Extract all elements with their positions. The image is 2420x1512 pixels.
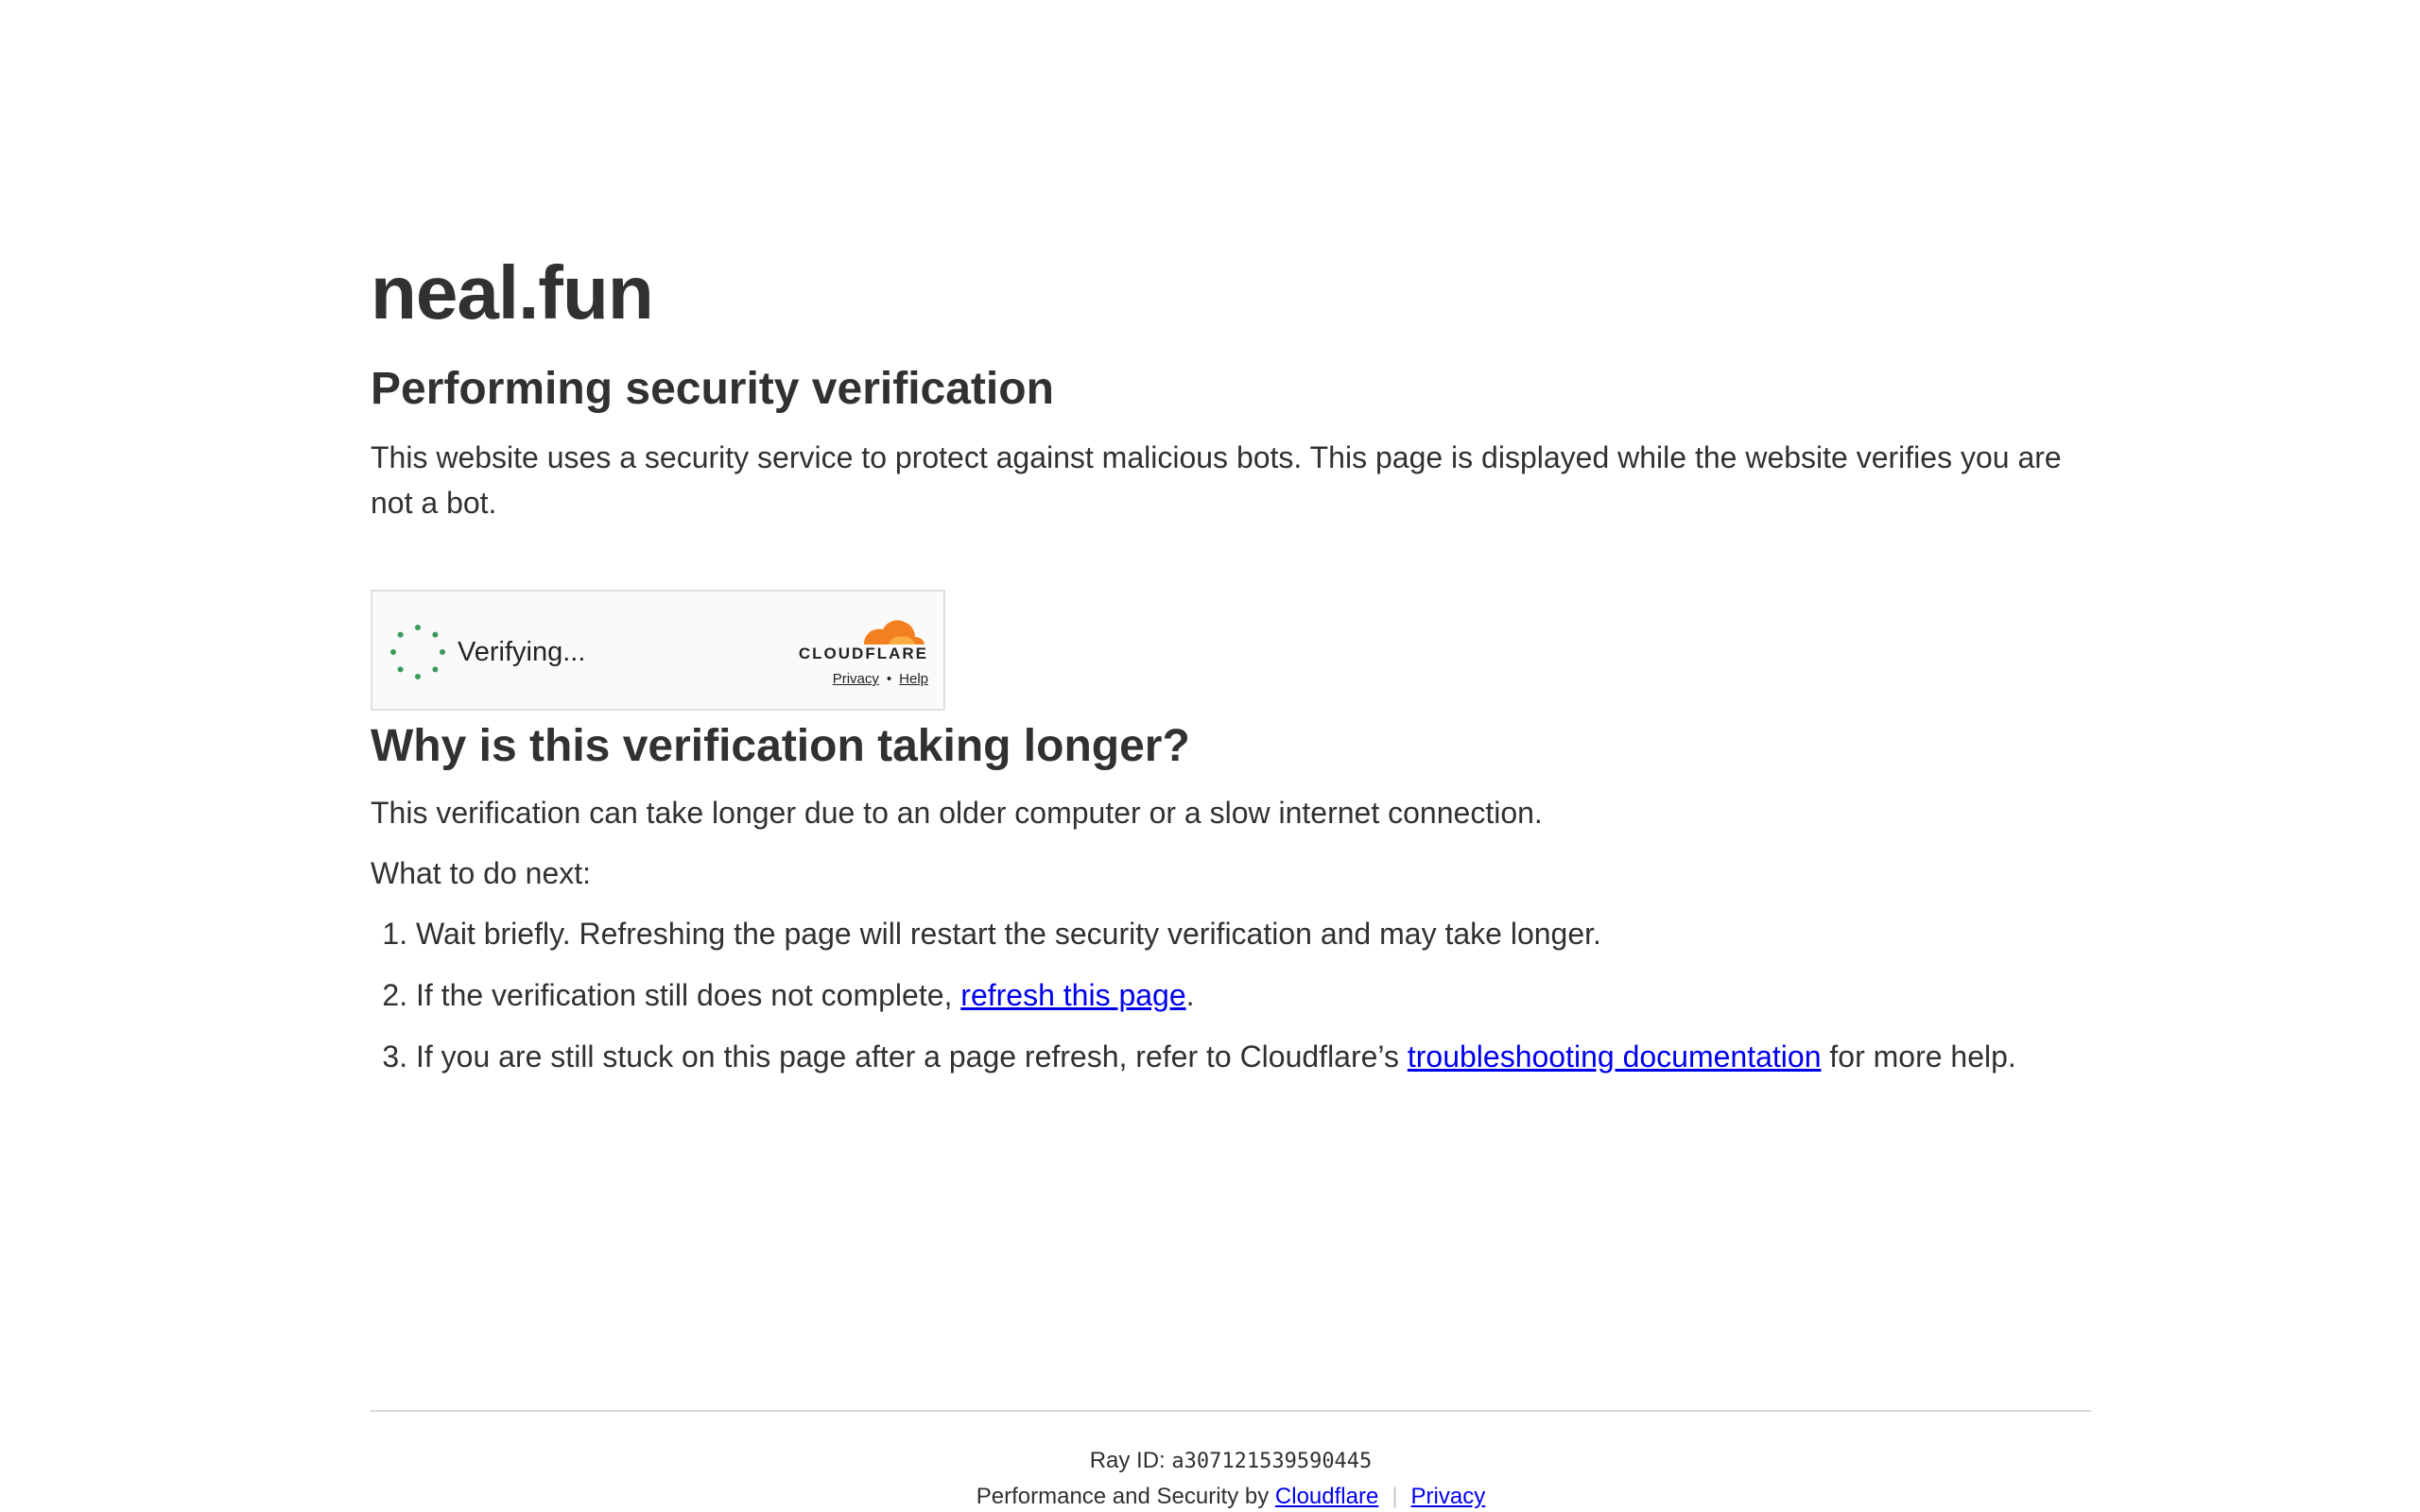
- ray-id-label: Ray ID:: [1089, 1448, 1172, 1473]
- footer-separator: |: [1392, 1484, 1398, 1509]
- page: neal.fun Performing security verificatio…: [0, 0, 2420, 1512]
- widget-link-separator: •: [886, 671, 892, 687]
- footer: Ray ID: a307121539590445 Performance and…: [371, 1410, 2091, 1512]
- footer-privacy-link[interactable]: Privacy: [1411, 1484, 1486, 1509]
- step-1-text: Wait briefly. Refreshing the page will r…: [416, 917, 1601, 951]
- refresh-page-link[interactable]: refresh this page: [960, 978, 1185, 1012]
- next-steps-label: What to do next:: [371, 856, 592, 890]
- why-explanation: This verification can take longer due to…: [371, 796, 1543, 830]
- verification-description: This website uses a security service to …: [371, 440, 2062, 520]
- step-2-suffix: .: [1185, 978, 1195, 1012]
- troubleshooting-docs-link[interactable]: troubleshooting documentation: [1408, 1040, 1822, 1074]
- step-3-prefix: If you are still stuck on this page afte…: [416, 1040, 1408, 1074]
- turnstile-widget[interactable]: Verifying... CLOUDFLARE Privacy • Help: [371, 590, 945, 711]
- step-2: If the verification still does not compl…: [416, 972, 2091, 1018]
- step-2-prefix: If the verification still does not compl…: [416, 978, 961, 1012]
- verification-heading: Performing security verification: [371, 364, 1054, 414]
- main-content: neal.fun Performing security verificatio…: [371, 248, 2091, 1095]
- ray-id-line: Ray ID: a307121539590445: [371, 1444, 2091, 1479]
- performance-text: Performance and Security by: [976, 1484, 1275, 1509]
- step-3-suffix: for more help.: [1821, 1040, 2016, 1074]
- cloudflare-wordmark: CLOUDFLARE: [798, 644, 928, 662]
- verifying-status: Verifying...: [458, 637, 586, 667]
- step-3: If you are still stuck on this page afte…: [416, 1034, 2091, 1079]
- next-steps-list: Wait briefly. Refreshing the page will r…: [371, 911, 2091, 1079]
- performance-line: Performance and Security by Cloudflare | P…: [371, 1479, 2091, 1512]
- ray-id-value: a307121539590445: [1171, 1450, 1373, 1473]
- why-heading: Why is this verification taking longer?: [371, 721, 1190, 771]
- widget-help-link[interactable]: Help: [899, 671, 928, 687]
- footer-cloudflare-link[interactable]: Cloudflare: [1275, 1484, 1378, 1509]
- site-title: neal.fun: [371, 250, 654, 335]
- step-1: Wait briefly. Refreshing the page will r…: [416, 911, 2091, 956]
- spinner-icon: [390, 625, 445, 679]
- widget-privacy-link[interactable]: Privacy: [833, 671, 879, 687]
- widget-links: Privacy • Help: [833, 671, 928, 687]
